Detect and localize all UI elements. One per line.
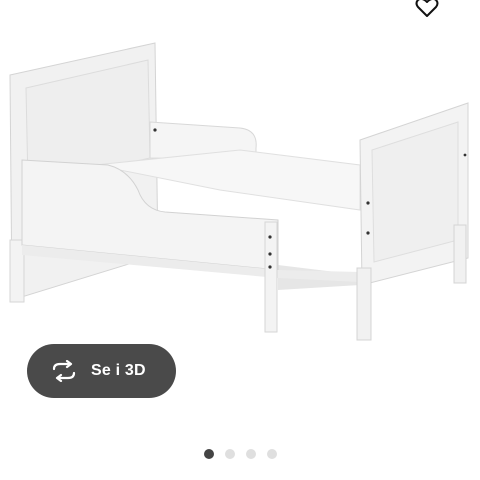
favorite-button[interactable]: [410, 0, 444, 22]
carousel-dot-3[interactable]: [245, 449, 256, 459]
carousel-pagination: [0, 448, 480, 460]
carousel-dot-4[interactable]: [266, 449, 277, 459]
view-in-3d-button[interactable]: Se i 3D: [27, 344, 176, 398]
rotate-3d-icon: [51, 360, 77, 382]
carousel-dot-1[interactable]: [203, 449, 214, 459]
view-in-3d-label: Se i 3D: [91, 362, 146, 379]
heart-icon: [415, 0, 439, 17]
product-gallery: Se i 3D: [0, 0, 480, 480]
carousel-dot-2[interactable]: [224, 449, 235, 459]
